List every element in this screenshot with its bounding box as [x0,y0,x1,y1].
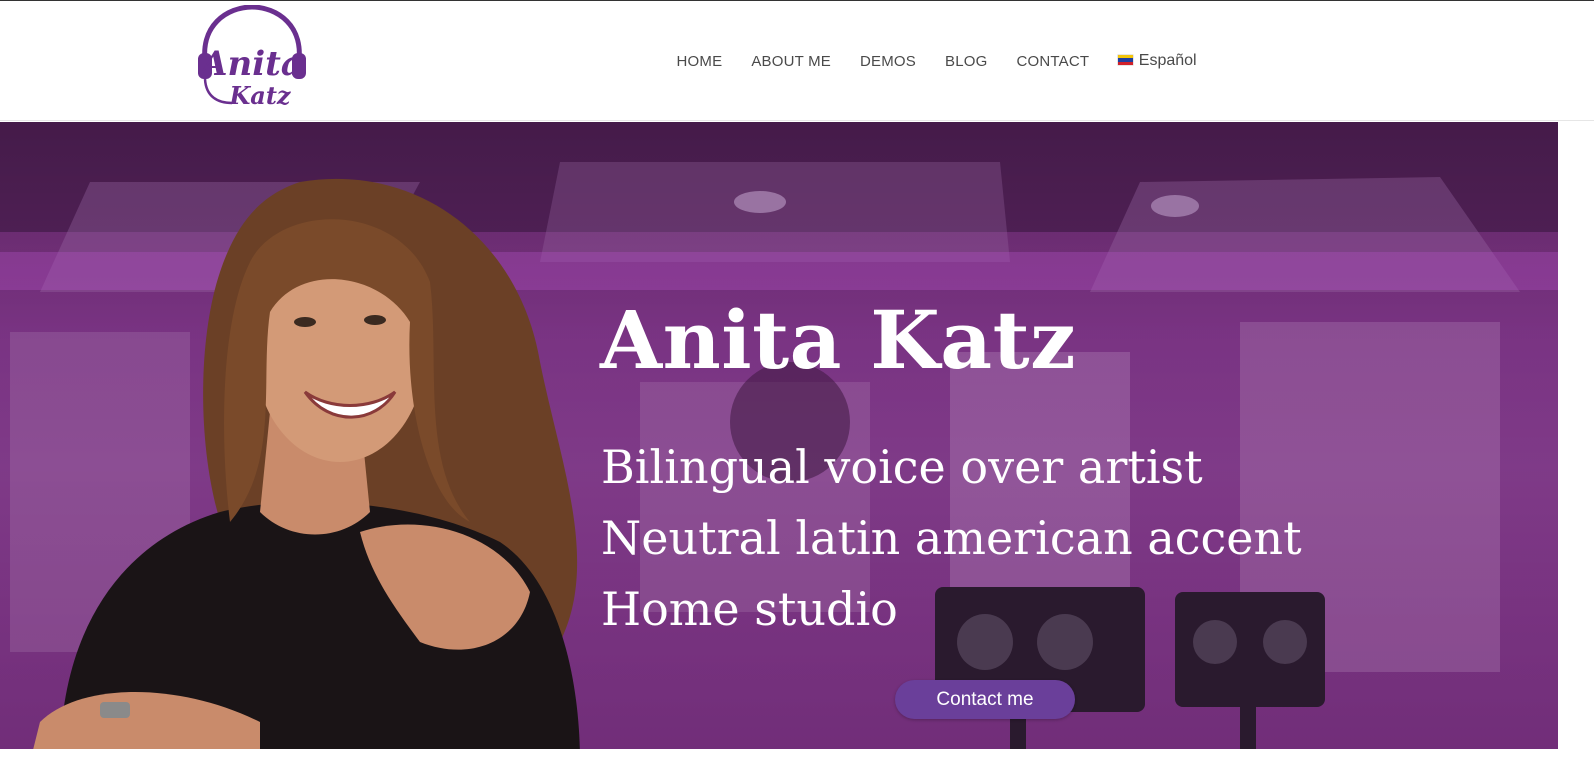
page-right-margin [1558,122,1594,761]
venezuela-flag-icon [1117,55,1133,65]
main-nav: HOME ABOUT ME DEMOS BLOG CONTACT Español [662,45,1211,77]
hero-tagline-3: Home studio [601,582,898,636]
nav-language-switch[interactable]: Español [1104,52,1211,70]
nav-demos[interactable]: DEMOS [845,53,930,70]
nav-home[interactable]: HOME [662,53,737,70]
site-logo[interactable]: Anita Katz [192,4,314,111]
hero-tagline-2: Neutral latin american accent [601,511,1302,565]
hero-banner: Anita Katz Bilingual voice over artist N… [0,122,1558,749]
language-label: Español [1138,52,1197,69]
svg-text:Anita: Anita [198,44,303,84]
portrait-photo [33,178,580,749]
hero-title: Anita Katz [600,293,1077,387]
nav-blog[interactable]: BLOG [931,53,1002,70]
page-bottom-margin [0,749,1594,761]
site-header: Anita Katz HOME ABOUT ME DEMOS BLOG CONT… [0,1,1594,121]
hero-tagline-1: Bilingual voice over artist [601,440,1203,494]
headphones-logo-icon: Anita Katz [198,4,306,110]
nav-about-me[interactable]: ABOUT ME [737,53,846,70]
svg-text:Katz: Katz [228,81,291,110]
contact-me-button[interactable]: Contact me [895,680,1075,719]
nav-contact[interactable]: CONTACT [1002,53,1104,70]
